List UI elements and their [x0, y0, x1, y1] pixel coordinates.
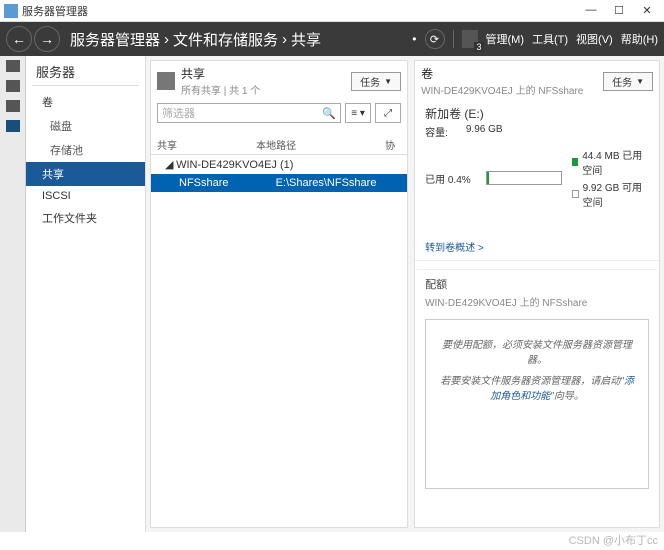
icon-nav [0, 56, 26, 532]
watermark: CSDN @小布丁cc [569, 532, 658, 548]
capacity-label: 容量: [425, 124, 448, 139]
crumb-sep: › [282, 31, 287, 48]
quota-message-box: 要使用配额，必须安装文件服务器资源管理器。 若要安装文件服务器资源管理器，请启动… [425, 319, 649, 489]
menu-tools[interactable]: 工具(T) [532, 31, 568, 47]
content: 共享 所有共享 | 共 1 个 任务 筛选器 🔍 ≡ ▾ ⤢ 共享 本地路径 协 [146, 56, 664, 532]
shares-pane: 共享 所有共享 | 共 1 个 任务 筛选器 🔍 ≡ ▾ ⤢ 共享 本地路径 协 [150, 60, 408, 528]
expand-button[interactable]: ⤢ [375, 103, 401, 123]
view-options-button[interactable]: ≡ ▾ [345, 103, 371, 123]
sidebar-item-iscsi[interactable]: ISCSI [26, 186, 145, 206]
share-row-selected[interactable]: NFSshare E:\Shares\NFSshare [151, 174, 407, 192]
sidebar-item-disks[interactable]: 磁盘 [26, 114, 145, 138]
quota-section: 配额 WIN-DE429KVO4EJ 上的 NFSshare 要使用配额，必须安… [415, 261, 659, 495]
header-right: • ⟳ 管理(M) 工具(T) 视图(V) 帮助(H) [412, 29, 658, 49]
legend-used: 44.4 MB 已用空间 [582, 147, 649, 177]
window-title: 服务器管理器 [22, 3, 584, 19]
sidebar-title[interactable]: 服务器 [26, 56, 145, 83]
legend-free-swatch [572, 190, 579, 198]
col-protocol[interactable]: 协 [385, 137, 401, 152]
shares-title: 共享 [181, 65, 345, 82]
share-path: E:\Shares\NFSshare [276, 177, 402, 189]
menu-view[interactable]: 视图(V) [576, 31, 613, 47]
sidebar: 服务器 卷 磁盘 存储池 共享 ISCSI 工作文件夹 [26, 56, 146, 532]
divider [453, 30, 454, 48]
list-header: 共享 本地路径 协 [151, 133, 407, 155]
details-pane: 卷 WIN-DE429KVO4EJ 上的 NFSshare 任务 新加卷 (E:… [414, 60, 660, 528]
breadcrumb: 服务器管理器 › 文件和存储服务 › 共享 [70, 29, 412, 50]
server-group-row[interactable]: ◢ WIN-DE429KVO4EJ (1) [151, 155, 407, 174]
volume-tasks-button[interactable]: 任务 [603, 72, 653, 91]
app-icon [4, 4, 18, 18]
nav-dashboard-icon[interactable] [6, 60, 20, 72]
crumb-shares[interactable]: 共享 [291, 29, 321, 50]
header-bar: ← → 服务器管理器 › 文件和存储服务 › 共享 • ⟳ 管理(M) 工具(T… [0, 22, 664, 56]
menu-manage[interactable]: 管理(M) [486, 31, 525, 47]
search-row: 筛选器 🔍 ≡ ▾ ⤢ [151, 99, 407, 127]
maximize-button[interactable]: ☐ [612, 4, 626, 17]
collapse-arrow-icon[interactable]: ◢ [165, 158, 173, 171]
window-buttons: — ☐ ✕ [584, 4, 660, 17]
col-share[interactable]: 共享 [157, 137, 256, 152]
shares-tasks-button[interactable]: 任务 [351, 72, 401, 91]
quota-msg1: 要使用配额，必须安装文件服务器资源管理器。 [436, 336, 638, 366]
legend: 44.4 MB 已用空间 9.92 GB 可用空间 [572, 147, 649, 209]
sidebar-item-shares[interactable]: 共享 [26, 162, 145, 186]
notifications-flag-icon[interactable] [462, 30, 478, 48]
quota-title: 配额 [417, 269, 657, 294]
capacity-value: 9.96 GB [466, 124, 503, 139]
back-button[interactable]: ← [6, 26, 32, 52]
crumb-sep: › [164, 31, 169, 48]
goto-volumes-link[interactable]: 转到卷概述 > [425, 239, 484, 254]
legend-used-swatch [572, 158, 579, 166]
sidebar-item-volumes[interactable]: 卷 [26, 90, 145, 114]
volume-section: 卷 WIN-DE429KVO4EJ 上的 NFSshare 任务 新加卷 (E:… [415, 61, 659, 261]
shares-icon [157, 72, 175, 90]
shares-list: ◢ WIN-DE429KVO4EJ (1) NFSshare E:\Shares… [151, 155, 407, 527]
share-name: NFSshare [179, 177, 276, 189]
volume-name: 新加卷 (E:) [425, 105, 649, 122]
nav-storage-icon[interactable] [6, 120, 20, 132]
col-path[interactable]: 本地路径 [256, 137, 385, 152]
sidebar-separator [32, 85, 139, 86]
shares-header: 共享 所有共享 | 共 1 个 任务 [151, 61, 407, 99]
minimize-button[interactable]: — [584, 4, 598, 17]
usage-bar [486, 171, 562, 185]
main-area: 服务器 卷 磁盘 存储池 共享 ISCSI 工作文件夹 共享 所有共享 | 共 … [0, 56, 664, 532]
usage-fill [487, 172, 489, 184]
menu-help[interactable]: 帮助(H) [621, 31, 658, 47]
nav-local-icon[interactable] [6, 80, 20, 92]
close-button[interactable]: ✕ [640, 4, 654, 17]
sidebar-item-pools[interactable]: 存储池 [26, 138, 145, 162]
search-icon[interactable]: 🔍 [322, 107, 336, 120]
nav-all-icon[interactable] [6, 100, 20, 112]
refresh-icon[interactable]: ⟳ [425, 29, 445, 49]
used-label: 已用 0.4% [425, 171, 475, 186]
crumb-service[interactable]: 文件和存储服务 [173, 29, 278, 50]
filter-placeholder: 筛选器 [162, 105, 195, 121]
server-name: WIN-DE429KVO4EJ (1) [176, 159, 293, 171]
filter-input[interactable]: 筛选器 🔍 [157, 103, 341, 123]
quota-msg2: 若要安装文件服务器资源管理器，请启动"添加角色和功能"向导。 [436, 372, 638, 402]
crumb-root[interactable]: 服务器管理器 [70, 29, 160, 50]
forward-button[interactable]: → [34, 26, 60, 52]
volume-title: 卷 [421, 65, 597, 82]
volume-subtitle: WIN-DE429KVO4EJ 上的 NFSshare [421, 82, 597, 97]
quota-subtitle: WIN-DE429KVO4EJ 上的 NFSshare [417, 294, 657, 315]
shares-subtitle: 所有共享 | 共 1 个 [181, 82, 345, 97]
sidebar-item-workfolders[interactable]: 工作文件夹 [26, 206, 145, 230]
legend-free: 9.92 GB 可用空间 [583, 179, 649, 209]
title-bar: 服务器管理器 — ☐ ✕ [0, 0, 664, 22]
